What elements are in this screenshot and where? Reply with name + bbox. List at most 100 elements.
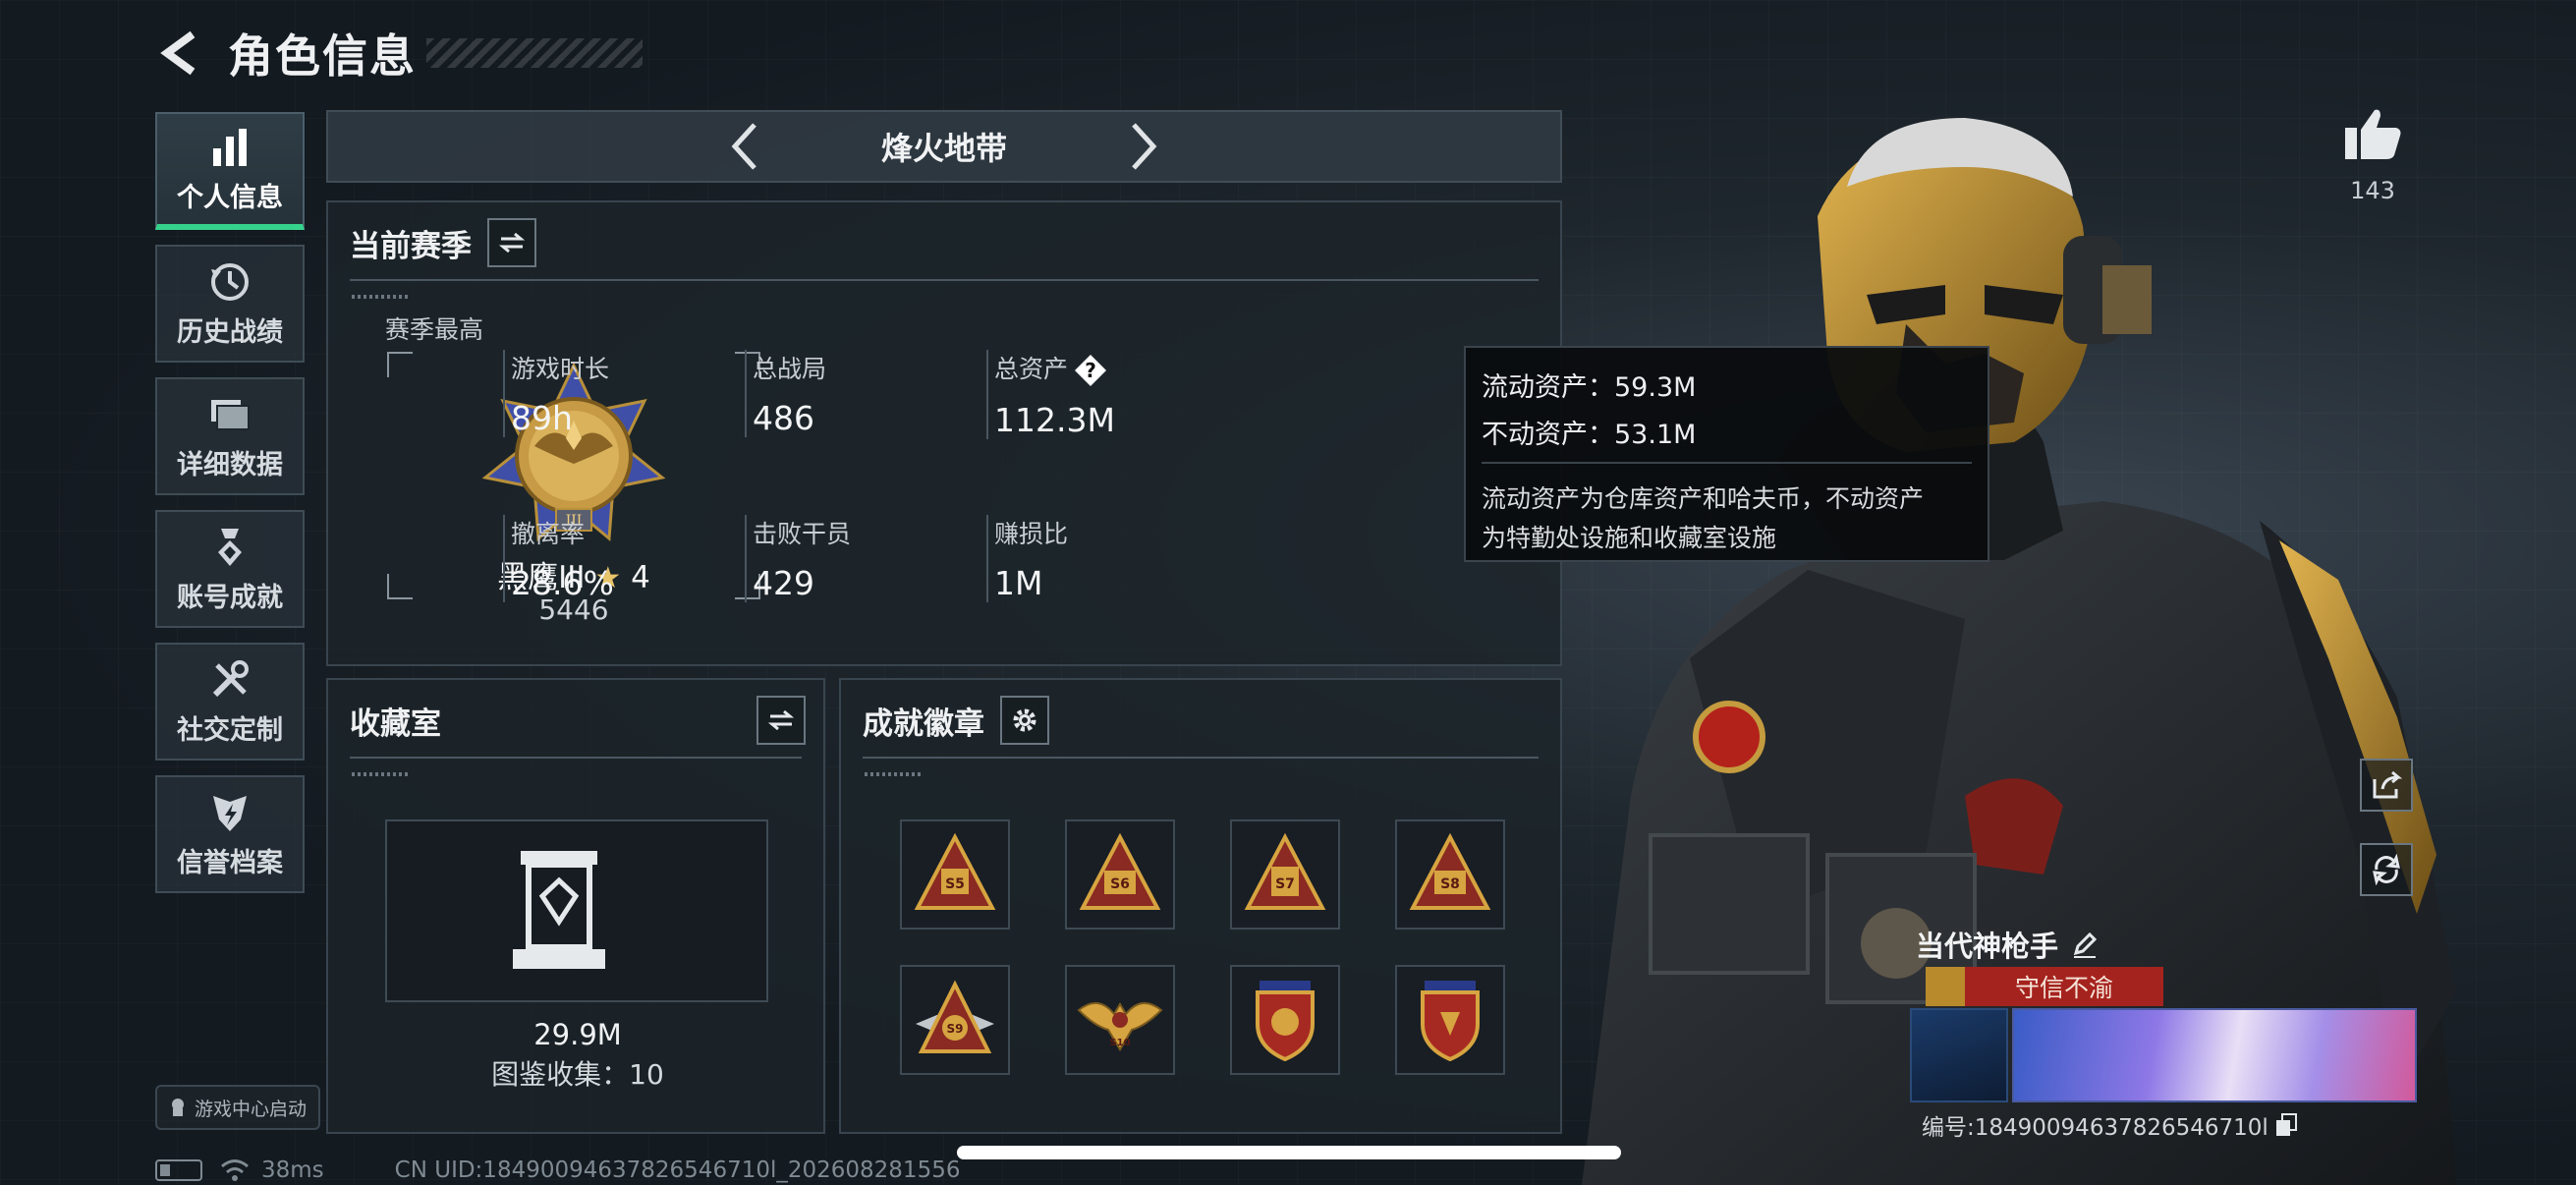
- player-emblem-avatar[interactable]: [1910, 1008, 2008, 1102]
- stat-label: 击败干员: [753, 520, 852, 548]
- collection-switch-button[interactable]: [756, 696, 806, 745]
- season-switch-button[interactable]: [487, 218, 536, 267]
- player-title: 当代神枪手: [1916, 924, 2100, 965]
- current-season-panel: 当前赛季 赛季最高 III 黑鹰III ★ 4 5446 游戏时长 89h 总战…: [326, 200, 1562, 666]
- stat-value: 28.6%: [511, 564, 614, 602]
- tooltip-liquid-assets: 流动资产：59.3M: [1482, 372, 1697, 403]
- help-question-icon[interactable]: ?: [1074, 354, 1107, 387]
- achievements-title: 成就徽章: [863, 705, 984, 742]
- svg-text:?: ?: [1085, 359, 1096, 382]
- nav-item-social-custom[interactable]: 社交定制: [155, 643, 305, 761]
- stat-value: 112.3M: [994, 401, 1115, 439]
- nav-item-credit-profile[interactable]: 信誉档案: [155, 775, 305, 893]
- nav-label: 账号成就: [177, 582, 283, 613]
- badge-s7[interactable]: S7: [1230, 819, 1340, 930]
- nav-item-history[interactable]: 历史战绩: [155, 245, 305, 363]
- next-mode-arrow-icon[interactable]: [1118, 117, 1167, 176]
- badge-s10[interactable]: S10: [1065, 965, 1175, 1075]
- tools-icon: [212, 659, 249, 697]
- player-tag-text: 守信不渝: [2014, 974, 2113, 1002]
- game-center-button[interactable]: 游戏中心启动: [155, 1085, 320, 1130]
- like-button[interactable]: 143: [2338, 106, 2407, 204]
- badge-s8[interactable]: S8: [1395, 819, 1505, 930]
- like-count: 143: [2350, 177, 2395, 204]
- shield-badge-icon: [1421, 981, 1480, 1062]
- stat-value: 89h: [511, 399, 573, 437]
- mode-selector: 烽火地带: [326, 110, 1562, 183]
- badge-s9[interactable]: S9: [900, 965, 1010, 1075]
- badge-label: S9: [947, 1022, 964, 1036]
- display-case-icon: [513, 851, 605, 969]
- season-best-label: 赛季最高: [385, 315, 484, 344]
- season-title: 当前赛季: [350, 228, 472, 264]
- season-badge-s5-icon: S5: [914, 832, 996, 910]
- game-center-icon: [172, 1099, 184, 1116]
- wifi-icon: [221, 1159, 249, 1181]
- player-credit-tag: 守信不渝: [1926, 967, 2163, 1006]
- credit-tag-icon: [1926, 967, 1965, 1006]
- badge-shield-1[interactable]: [1230, 965, 1340, 1075]
- tooltip-note-line2: 为特勤处设施和收藏室设施: [1482, 524, 1777, 552]
- player-banner-card[interactable]: [2012, 1008, 2417, 1102]
- rank-stars: 4: [631, 560, 650, 595]
- stat-value: 1M: [994, 564, 1043, 602]
- folder-stack-icon: [211, 399, 250, 430]
- thumbs-up-icon: [2345, 109, 2401, 159]
- copy-icon[interactable]: [2274, 1112, 2300, 1138]
- bar-chart-icon: [213, 128, 247, 166]
- edit-pencil-icon[interactable]: [2070, 930, 2100, 959]
- panel-divider: [350, 279, 1539, 281]
- badge-label: S8: [1440, 876, 1460, 892]
- badge-label: S6: [1110, 876, 1130, 892]
- panel-tick-deco: [352, 772, 411, 776]
- mode-title: 烽火地带: [880, 130, 1007, 167]
- game-center-label: 游戏中心启动: [195, 1098, 308, 1120]
- collection-room-panel[interactable]: 收藏室 29.9M 图鉴收集：10: [326, 678, 825, 1134]
- achievements-settings-button[interactable]: [1000, 696, 1049, 745]
- collection-count: 图鉴收集：10: [491, 1058, 664, 1091]
- status-bar: 38ms CN UID:18490094637826546710l_202608…: [155, 1157, 960, 1183]
- badge-label: S5: [945, 876, 965, 892]
- season-badge-s9-icon: S9: [916, 980, 994, 1053]
- stat-operators-defeated: 击败干员 429: [745, 515, 851, 602]
- nav-item-account-achievements[interactable]: 账号成就: [155, 510, 305, 628]
- battery-icon: [155, 1159, 202, 1181]
- badge-s6[interactable]: S6: [1065, 819, 1175, 930]
- stat-label: 撤离率: [511, 520, 586, 548]
- back-arrow-icon[interactable]: [157, 28, 206, 78]
- gear-icon: [1013, 708, 1036, 732]
- player-title-text: 当代神枪手: [1916, 930, 2059, 963]
- nav-item-details[interactable]: 详细数据: [155, 377, 305, 495]
- stat-play-time: 游戏时长 89h: [503, 350, 609, 437]
- stat-value: 486: [753, 399, 814, 437]
- tooltip-fixed-assets: 不动资产：53.1M: [1482, 420, 1697, 450]
- nav-label: 个人信息: [177, 182, 283, 213]
- badge-s5[interactable]: S5: [900, 819, 1010, 930]
- rotate-button[interactable]: [2360, 843, 2413, 896]
- swap-arrows-icon: [767, 709, 795, 731]
- achievement-badges-panel: 成就徽章 S5 S6 S7 S8 S9 S10: [839, 678, 1562, 1134]
- nav-label: 历史战绩: [177, 316, 283, 348]
- stat-value: 429: [753, 564, 814, 602]
- season-badge-s7-icon: S7: [1244, 832, 1326, 910]
- stat-extract-rate: 撤离率 28.6%: [503, 515, 614, 602]
- home-indicator[interactable]: [957, 1146, 1621, 1159]
- share-button[interactable]: [2360, 759, 2413, 812]
- refresh-icon: [2373, 854, 2400, 885]
- badge-shield-2[interactable]: [1395, 965, 1505, 1075]
- page-title: 角色信息: [228, 29, 417, 83]
- prev-mode-arrow-icon[interactable]: [721, 117, 770, 176]
- collection-title: 收藏室: [350, 705, 441, 742]
- history-clock-icon: [211, 262, 249, 301]
- share-icon: [2373, 770, 2402, 799]
- achievement-medal-icon: [218, 528, 242, 566]
- credit-shield-icon: [213, 795, 247, 831]
- tooltip-note-line1: 流动资产为仓库资产和哈夫币，不动资产: [1482, 484, 1925, 513]
- tooltip-divider: [1482, 462, 1972, 464]
- nav-label: 详细数据: [177, 449, 283, 480]
- collection-value: 29.9M: [533, 1018, 622, 1051]
- panel-tick-deco: [352, 295, 411, 299]
- swap-arrows-icon: [498, 232, 526, 254]
- nav-item-personal-info[interactable]: 个人信息: [155, 112, 305, 230]
- panel-tick-deco: [865, 772, 924, 776]
